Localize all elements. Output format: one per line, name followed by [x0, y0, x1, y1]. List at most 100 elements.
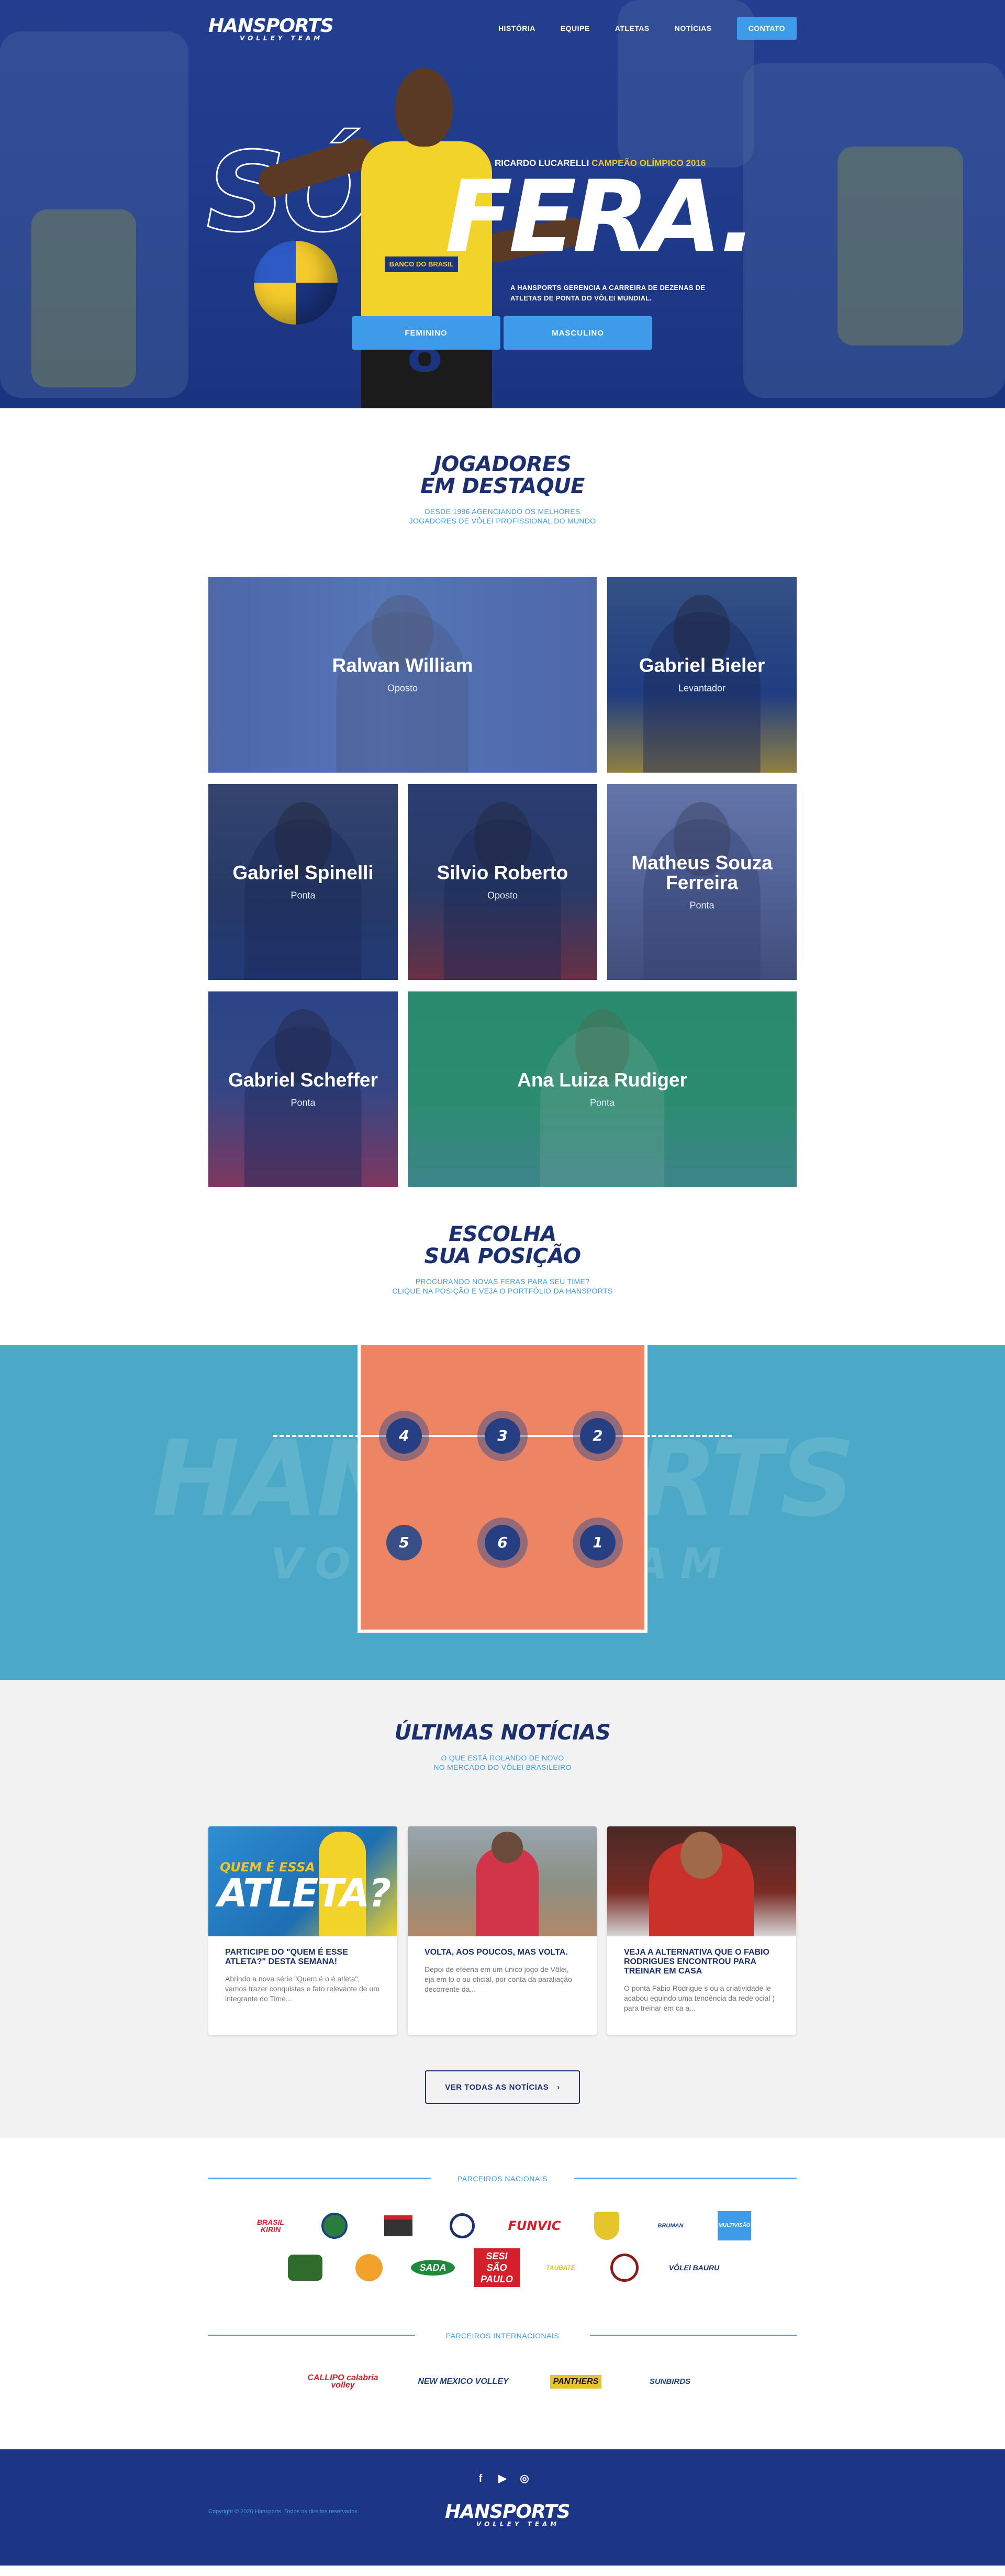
- featured-subtitle: DESDE 1996 AGENCIANDO OS MELHORES JOGADOR…: [409, 507, 596, 525]
- partner-logo[interactable]: CALLIPO calabria volley: [306, 2365, 379, 2399]
- partner-logo[interactable]: [584, 2209, 630, 2243]
- positions-section: ESCOLHA SUA POSIÇÃO PROCURANDO NOVAS FERA…: [0, 1222, 1005, 1680]
- youtube-icon[interactable]: ▶: [496, 2472, 509, 2485]
- main-menu: HISTÓRIA EQUIPE ATLETAS NOTÍCIAS CONTATO: [498, 17, 797, 40]
- news-title: VOLTA, AOS POUCOS, MAS VOLTA.: [425, 1948, 568, 1957]
- news-card[interactable]: QUEM É ESSA ATLETA? PARTICIPE DO "QUEM É…: [208, 1826, 397, 2035]
- player-name: Silvio Roberto: [437, 862, 568, 884]
- national-logos-row-1: BRASIL KIRIN FUNVIC BRUMAN MULTIVISÃO: [0, 2209, 1005, 2243]
- news-section: ÚLTIMAS NOTÍCIAS O QUE ESTÁ ROLANDO DE N…: [0, 1680, 1005, 2138]
- player-name: Ana Luiza Rudiger: [517, 1069, 687, 1091]
- news-image: [607, 1826, 796, 1936]
- partners-section: PARCEIROS NACIONAIS BRASIL KIRIN FUNVIC …: [0, 2138, 1005, 2449]
- player-name: Matheus Souza Ferreira: [631, 852, 773, 894]
- nav-noticias[interactable]: NOTÍCIAS: [675, 24, 712, 32]
- news-title: VEJA A ALTERNATIVA QUE O FABIO RODRIGUES…: [624, 1948, 769, 1976]
- news-grid: QUEM É ESSA ATLETA? PARTICIPE DO "QUEM É…: [208, 1826, 797, 2035]
- player-position: Levantador: [678, 683, 726, 694]
- partner-logo[interactable]: BRUMAN: [647, 2209, 694, 2243]
- player-name: Gabriel Bieler: [639, 654, 765, 676]
- players-grid: Ralwan William Oposto Gabriel Bieler Lev…: [208, 577, 797, 1187]
- partner-logo[interactable]: SADA: [410, 2251, 456, 2284]
- positions-subtitle: PROCURANDO NOVAS FERAS PARA SEU TIME? CLI…: [392, 1277, 613, 1295]
- player-name: Gabriel Scheffer: [228, 1069, 378, 1091]
- player-card[interactable]: Ana Luiza Rudiger Ponta: [408, 991, 797, 1187]
- player-name: Gabriel Spinelli: [232, 862, 374, 884]
- partner-logo[interactable]: BRASIL KIRIN: [248, 2209, 294, 2243]
- player-position: Ponta: [291, 890, 316, 901]
- player-card[interactable]: Silvio Roberto Oposto: [408, 784, 597, 980]
- nav-equipe[interactable]: EQUIPE: [561, 24, 590, 32]
- player-card[interactable]: Gabriel Bieler Levantador: [607, 577, 797, 773]
- footer-logo-subtext: VOLLEY TEAM: [476, 2521, 560, 2528]
- position-6-button[interactable]: 6: [477, 1518, 528, 1568]
- partner-logo[interactable]: [346, 2251, 392, 2284]
- partner-logo[interactable]: MULTIVISÃO: [711, 2209, 757, 2243]
- player-position: Oposto: [487, 890, 518, 901]
- international-partners-label: PARCEIROS INTERNACIONAIS: [445, 2332, 560, 2340]
- news-image: [408, 1826, 597, 1936]
- partner-logo[interactable]: SUNBIRDS: [641, 2365, 699, 2399]
- position-4-button[interactable]: 4: [379, 1411, 429, 1461]
- news-title: ÚLTIMAS NOTÍCIAS: [394, 1721, 611, 1745]
- positions-title-block: ESCOLHA SUA POSIÇÃO PROCURANDO NOVAS FERA…: [0, 1223, 1005, 1296]
- overlay-text-big: ATLETA?: [218, 1871, 391, 1916]
- partner-logo[interactable]: [375, 2209, 421, 2243]
- hero-section: HANSPORTS VOLLEY TEAM HISTÓRIA EQUIPE AT…: [0, 0, 1005, 408]
- player-position: Oposto: [387, 683, 418, 694]
- position-5-button[interactable]: 5: [379, 1518, 429, 1568]
- nav-historia[interactable]: HISTÓRIA: [498, 24, 535, 32]
- partner-logo[interactable]: [311, 2209, 358, 2243]
- player-card[interactable]: Gabriel Spinelli Ponta: [208, 784, 398, 980]
- news-excerpt: Depoi de efeena em um único jogo de Vôle…: [425, 1965, 572, 1993]
- national-partners-divider: PARCEIROS NACIONAIS: [208, 2173, 797, 2184]
- position-2-button[interactable]: 2: [573, 1411, 623, 1461]
- national-partners-label: PARCEIROS NACIONAIS: [457, 2174, 548, 2183]
- instagram-icon[interactable]: ◎: [518, 2472, 531, 2485]
- news-title: PARTICIPE DO "QUEM É ESSE ATLETA?" DESTA…: [225, 1948, 348, 1966]
- hero-word-fera: FERA.: [445, 159, 757, 275]
- partner-logo[interactable]: [601, 2251, 647, 2284]
- social-links: f ▶ ◎: [0, 2472, 1005, 2485]
- contact-button[interactable]: CONTATO: [736, 17, 797, 40]
- see-all-news-button[interactable]: VER TODAS AS NOTÍCIAS ›: [425, 2070, 580, 2104]
- feminino-button[interactable]: FEMININO: [352, 316, 500, 350]
- footer-logo-text: HANSPORTS: [445, 2501, 571, 2523]
- news-subtitle: O QUE ESTÁ ROLANDO DE NOVO NO MERCADO DO …: [433, 1754, 572, 1771]
- player-card[interactable]: Matheus Souza Ferreira Ponta: [607, 784, 797, 980]
- masculino-button[interactable]: MASCULINO: [504, 316, 652, 350]
- position-3-button[interactable]: 3: [477, 1411, 528, 1461]
- partner-logo[interactable]: [282, 2251, 328, 2284]
- court-area: [358, 1345, 647, 1633]
- hero-description: A HANSPORTS GERENCIA A CARREIRA DE DEZEN…: [510, 284, 706, 302]
- footer-logo[interactable]: HANSPORTS VOLLEY TEAM: [445, 2501, 571, 2533]
- news-image: QUEM É ESSA ATLETA?: [208, 1826, 397, 1936]
- partner-logo[interactable]: TAUBATÉ: [538, 2251, 584, 2284]
- volleyball-image: [254, 241, 338, 325]
- player-card[interactable]: Gabriel Scheffer Ponta: [208, 991, 398, 1187]
- footer: f ▶ ◎ Copyright © 2020 Hansports. Todos …: [0, 2449, 1005, 2566]
- partner-logo[interactable]: NEW MEXICO VOLLEY: [416, 2365, 510, 2399]
- news-title-block: ÚLTIMAS NOTÍCIAS O QUE ESTÁ ROLANDO DE N…: [0, 1722, 1005, 1772]
- chevron-right-icon: ›: [557, 2082, 560, 2092]
- partner-logo[interactable]: PANTHERS: [547, 2365, 605, 2399]
- news-excerpt: Abrindo a nova série "Quem é o é atleta"…: [225, 1975, 379, 2003]
- national-logos-row-2: SADA SESI SÃO PAULO TAUBATÉ VÔLEI BAURU: [0, 2248, 1005, 2287]
- partner-logo[interactable]: VÔLEI BAURU: [665, 2251, 723, 2284]
- partner-logo[interactable]: SESI SÃO PAULO: [474, 2248, 520, 2287]
- player-position: Ponta: [689, 900, 714, 911]
- positions-title: ESCOLHA SUA POSIÇÃO: [424, 1222, 581, 1268]
- news-card[interactable]: VEJA A ALTERNATIVA QUE O FABIO RODRIGUES…: [607, 1826, 796, 2035]
- news-excerpt: O ponta Fabio Rodrigue s ou a criativida…: [624, 1984, 775, 2012]
- position-1-button[interactable]: 1: [573, 1518, 623, 1568]
- nav-atletas[interactable]: ATLETAS: [615, 24, 650, 32]
- volleyball-court: HANSPORTS VOLLEY TEAM 4 3 2 5 6 1: [0, 1345, 1005, 1680]
- facebook-icon[interactable]: f: [474, 2472, 487, 2485]
- hansports-logo[interactable]: HANSPORTS VOLLEY TEAM: [208, 16, 334, 47]
- news-card[interactable]: VOLTA, AOS POUCOS, MAS VOLTA. Depoi de e…: [408, 1826, 597, 2035]
- partner-logo[interactable]: [439, 2209, 485, 2243]
- logo-subtext: VOLLEY TEAM: [240, 35, 323, 42]
- partner-logo[interactable]: FUNVIC: [503, 2209, 566, 2243]
- player-card[interactable]: Ralwan William Oposto: [208, 577, 597, 773]
- featured-players-section: JOGADORES EM DESTAQUE DESDE 1996 AGENCIAN…: [0, 408, 1005, 1222]
